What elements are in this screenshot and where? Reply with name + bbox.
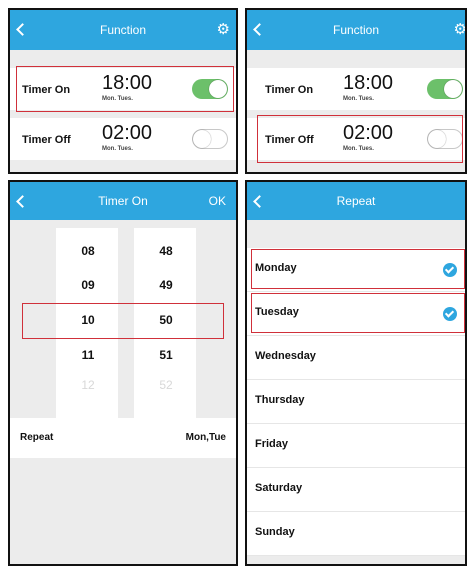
page-title: Timer On xyxy=(98,194,148,208)
timer-off-label: Timer Off xyxy=(22,134,71,146)
minute-option[interactable]: 51 xyxy=(146,348,186,362)
header-bar: Function ⚙ xyxy=(247,10,465,50)
timer-off-toggle[interactable] xyxy=(192,129,228,149)
day-row-friday[interactable]: Friday xyxy=(247,424,465,468)
day-row-thursday[interactable]: Thursday xyxy=(247,380,465,424)
timer-on-days: Mon. Tues. xyxy=(343,96,374,102)
hour-option[interactable]: 09 xyxy=(68,278,108,292)
timer-off-row[interactable]: Timer Off 02:00 Mon. Tues. xyxy=(10,118,236,160)
gear-icon[interactable]: ⚙ xyxy=(454,22,465,37)
highlight-box-tuesday xyxy=(251,293,465,333)
timer-off-time: 02:00 xyxy=(102,122,153,144)
hour-option[interactable]: 12 xyxy=(68,378,108,392)
ok-button[interactable]: OK xyxy=(209,194,226,208)
page-title: Repeat xyxy=(336,194,376,208)
header-bar: Timer On OK xyxy=(10,182,236,220)
timer-off-days: Mon. Tues. xyxy=(102,146,133,152)
repeat-label: Repeat xyxy=(20,432,54,443)
day-row-wednesday[interactable]: Wednesday xyxy=(247,336,465,380)
function-panel-2: Function ⚙ Timer On 18:00 Mon. Tues. Tim… xyxy=(245,8,467,174)
highlight-box-monday xyxy=(251,249,465,289)
day-row-saturday[interactable]: Saturday xyxy=(247,468,465,512)
header-bar: Repeat xyxy=(247,182,465,220)
repeat-row[interactable]: Repeat Mon,Tue xyxy=(10,418,236,458)
timer-on-row[interactable]: Timer On 18:00 Mon. Tues. xyxy=(247,68,465,110)
day-label: Thursday xyxy=(255,394,305,406)
function-panel-1: Function ⚙ Timer On 18:00 Mon. Tues. Tim… xyxy=(8,8,238,174)
day-label: Sunday xyxy=(255,526,295,538)
hour-option[interactable]: 11 xyxy=(68,348,108,362)
day-label: Saturday xyxy=(255,482,303,494)
timer-on-time: 18:00 xyxy=(343,72,394,94)
gear-icon[interactable]: ⚙ xyxy=(217,22,230,37)
page-title: Function xyxy=(332,23,380,37)
minute-option[interactable]: 52 xyxy=(146,378,186,392)
highlight-box xyxy=(257,115,463,163)
highlight-box xyxy=(16,66,234,112)
repeat-value: Mon,Tue xyxy=(185,432,226,443)
timer-on-label: Timer On xyxy=(265,84,314,96)
header-bar: Function ⚙ xyxy=(10,10,236,50)
day-label: Friday xyxy=(255,438,289,450)
day-label: Wednesday xyxy=(255,350,316,362)
timer-picker-panel: Timer On OK 08 09 10 11 12 48 49 50 51 5… xyxy=(8,180,238,566)
day-row-sunday[interactable]: Sunday xyxy=(247,512,465,556)
selection-highlight-box xyxy=(22,303,224,339)
minute-option[interactable]: 48 xyxy=(146,244,186,258)
minute-option[interactable]: 49 xyxy=(146,278,186,292)
hour-option[interactable]: 08 xyxy=(68,244,108,258)
page-title: Function xyxy=(99,23,147,37)
repeat-panel: Repeat Monday Tuesday Wednesday Thursday… xyxy=(245,180,467,566)
timer-on-toggle[interactable] xyxy=(427,79,463,99)
